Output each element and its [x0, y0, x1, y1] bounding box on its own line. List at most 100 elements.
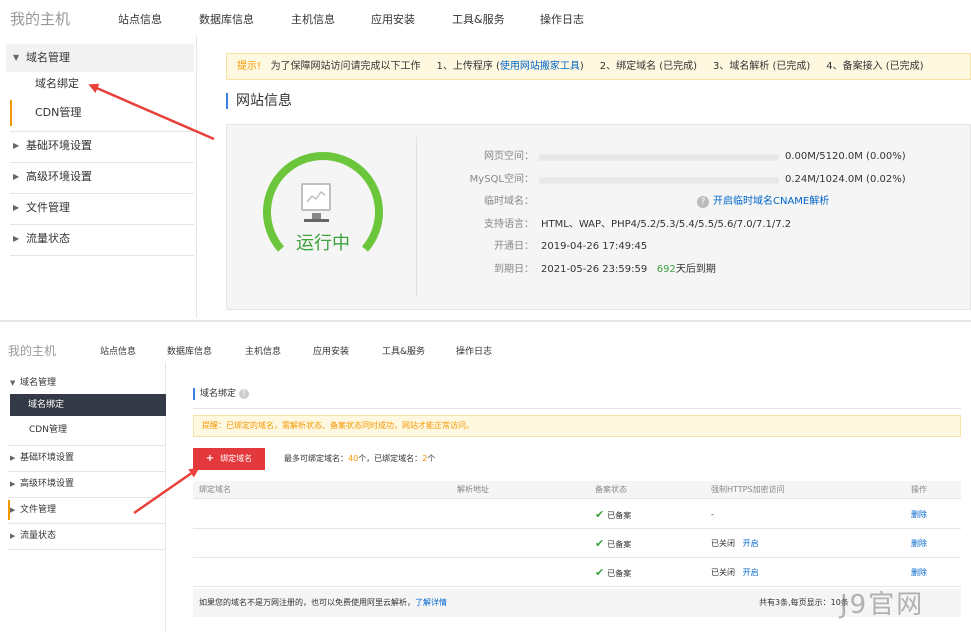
web-space-label: 网页空间：: [484, 151, 534, 162]
bind-domain-button[interactable]: + 绑定域名: [193, 448, 265, 470]
sidebar-item-file[interactable]: ▶ 文件管理: [0, 499, 166, 521]
learn-more-link[interactable]: 了解详情: [415, 598, 447, 607]
nav-tools-services[interactable]: 工具&服务: [382, 344, 425, 357]
language-label: 支持语言：: [484, 219, 534, 230]
enable-https-link[interactable]: 开启: [743, 539, 759, 548]
expire-date-text: 2021-05-26 23:59:59: [541, 264, 648, 275]
icp-status: ✔ 已备案: [595, 500, 631, 530]
sidebar-item-domain-bind[interactable]: 域名绑定: [0, 70, 194, 98]
running-status: 运行中: [296, 233, 350, 254]
notice-tip: 提示!: [237, 61, 262, 72]
enable-cname-link[interactable]: 开启临时域名CNAME解析: [713, 194, 829, 210]
table-row: ✔ 已备案 已关闭 开启 删除: [193, 529, 961, 558]
nav-host-info[interactable]: 主机信息: [245, 344, 281, 357]
domain-counts: 最多可绑定域名：40个，已绑定域名：2个: [284, 453, 435, 464]
sidebar-item-base-env[interactable]: ▶ 基础环境设置: [0, 132, 194, 160]
sidebar-item-domain-bind[interactable]: 域名绑定: [10, 394, 166, 416]
check-icon: ✔: [595, 566, 605, 579]
sidebar-item-adv-env[interactable]: ▶ 高级环境设置: [0, 473, 166, 495]
bind-domain-label: 绑定域名: [220, 454, 253, 463]
table-row: ✔ 已备案 - 删除: [193, 500, 961, 529]
page-title: 域名绑定?: [193, 388, 250, 400]
sidebar-item-adv-env[interactable]: ▶ 高级环境设置: [0, 163, 194, 191]
top-nav: 我的主机 站点信息 数据库信息 主机信息 应用安装 工具&服务 操作日志: [0, 0, 971, 36]
enable-https-link[interactable]: 开启: [743, 568, 759, 577]
icp-status-text: 已备案: [607, 540, 632, 549]
notice-text: 为了保障网站访问请完成以下工作: [270, 61, 421, 72]
help-icon[interactable]: ?: [239, 389, 250, 399]
nav-operation-log[interactable]: 操作日志: [456, 344, 492, 357]
help-icon[interactable]: ?: [697, 196, 709, 208]
sidebar-item-cdn[interactable]: CDN管理: [0, 419, 166, 441]
watermark: J9官网: [840, 590, 925, 620]
nav-database-info[interactable]: 数据库信息: [199, 11, 254, 27]
setup-notice: 提示! 为了保障网站访问请完成以下工作 1、上传程序 (使用网站搬家工具) 2、…: [226, 53, 971, 80]
expire-date-label: 到期日：: [494, 264, 534, 275]
sidebar-group-domain[interactable]: ▼ 域名管理: [6, 44, 194, 72]
sidebar-item-cdn[interactable]: CDN管理: [0, 99, 194, 127]
caret-down-icon: ▼: [13, 53, 20, 62]
divider: [8, 523, 166, 524]
nav-operation-log[interactable]: 操作日志: [540, 11, 584, 27]
col-icp: 备案状态: [595, 485, 627, 494]
open-date-label: 开通日：: [494, 241, 534, 252]
expire-suffix: 天后到期: [675, 264, 716, 275]
caret-right-icon: ▶: [13, 141, 20, 150]
sidebar-item-label: 流量状态: [26, 232, 70, 245]
status-gauge: 运行中: [259, 143, 387, 271]
brand-title: 我的主机: [10, 10, 71, 28]
https-status: 已关闭 开启: [711, 558, 759, 587]
expire-date-value: 2021-05-26 23:59:59 692天后到期: [541, 262, 716, 278]
brand-title: 我的主机: [8, 344, 57, 358]
expire-date-row: 到期日： 2021-05-26 23:59:59 692天后到期: [417, 262, 967, 278]
open-date-row: 开通日： 2019-04-26 17:49:45: [417, 239, 967, 255]
nav-app-install[interactable]: 应用安装: [313, 344, 349, 357]
language-row: 支持语言： HTML、WAP、PHP4/5.2/5.3/5.4/5.5/5.6/…: [417, 217, 967, 233]
icp-status: ✔ 已备案: [595, 558, 631, 588]
sidebar: ▼ 域名管理 域名绑定 CDN管理 ▶ 基础环境设置 ▶ 高级环境设置 ▶ 文件…: [0, 36, 197, 318]
sidebar-group-label: 域名管理: [20, 378, 57, 388]
notice-step1: 1、上传程序 (: [436, 61, 500, 72]
icp-status: ✔ 已备案: [595, 529, 631, 559]
main-content: 提示! 为了保障网站访问请完成以下工作 1、上传程序 (使用网站搬家工具) 2、…: [198, 36, 971, 318]
col-https: 强制HTTPS加密访问: [711, 485, 785, 494]
col-domain: 绑定域名: [199, 485, 231, 494]
caret-right-icon: ▶: [10, 480, 16, 488]
sidebar-group-domain[interactable]: ▼ 域名管理: [0, 372, 166, 394]
mysql-space-row: MySQL空间： 0.24M/1024.0M (0.02%): [417, 172, 967, 188]
temp-domain-row: 临时域名： ? 开启临时域名CNAME解析: [417, 194, 967, 210]
sidebar-item-base-env[interactable]: ▶ 基础环境设置: [0, 447, 166, 469]
nav-site-info[interactable]: 站点信息: [100, 344, 136, 357]
table-header: 绑定域名 解析地址 备案状态 强制HTTPS加密访问 操作: [193, 481, 961, 499]
nav-tools-services[interactable]: 工具&服务: [452, 11, 505, 27]
sidebar-item-file[interactable]: ▶ 文件管理: [0, 194, 194, 222]
sidebar-item-label: 基础环境设置: [20, 453, 75, 463]
https-status-text: 已关闭: [711, 568, 735, 577]
https-status: -: [711, 510, 714, 519]
sidebar-item-label: 高级环境设置: [26, 170, 92, 183]
check-icon: ✔: [595, 537, 605, 550]
sidebar-item-label: 文件管理: [26, 201, 70, 214]
divider: [8, 497, 166, 498]
caret-right-icon: ▶: [13, 203, 20, 212]
bottom-panel: 我的主机 站点信息 数据库信息 主机信息 应用安装 工具&服务 操作日志 ▼ 域…: [0, 320, 971, 632]
sidebar-item-traffic[interactable]: ▶ 流量状态: [0, 525, 166, 547]
delete-link[interactable]: 删除: [911, 558, 927, 587]
delete-link[interactable]: 删除: [911, 500, 927, 529]
icp-status-text: 已备案: [607, 569, 632, 578]
monitor-base-icon: [304, 219, 329, 222]
caret-right-icon: ▶: [10, 506, 16, 514]
nav-app-install[interactable]: 应用安装: [371, 11, 415, 27]
nav-host-info[interactable]: 主机信息: [291, 11, 335, 27]
migration-tool-link[interactable]: 使用网站搬家工具: [500, 61, 580, 72]
notice-step2: 2、绑定域名 (已完成): [599, 61, 698, 72]
col-operation: 操作: [911, 485, 927, 494]
divider: [193, 408, 961, 409]
nav-database-info[interactable]: 数据库信息: [167, 344, 212, 357]
nav-site-info[interactable]: 站点信息: [118, 11, 162, 27]
divider: [8, 471, 166, 472]
delete-link[interactable]: 删除: [911, 529, 927, 558]
expire-days: 692: [656, 264, 676, 275]
sidebar-item-traffic[interactable]: ▶ 流量状态: [0, 225, 194, 253]
divider: [8, 549, 166, 550]
